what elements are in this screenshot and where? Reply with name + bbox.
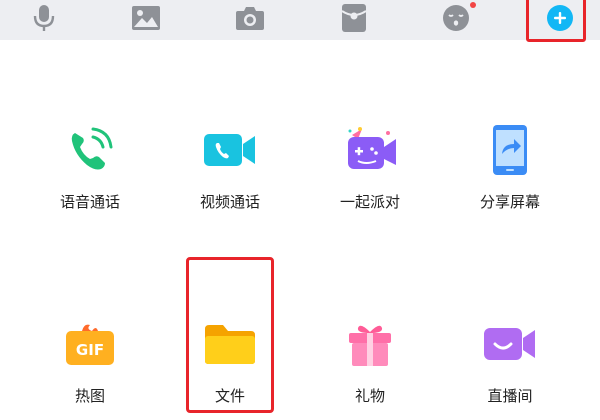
share-screen-label: 分享屏幕 bbox=[479, 193, 540, 211]
image-icon[interactable] bbox=[126, 0, 166, 36]
plus-highlight-box bbox=[526, 0, 586, 42]
live-room-item[interactable]: 直播间 bbox=[455, 316, 565, 406]
mic-icon[interactable] bbox=[24, 0, 64, 36]
video-call-label: 视频通话 bbox=[199, 193, 260, 211]
party-icon bbox=[342, 122, 398, 178]
gift-icon bbox=[342, 316, 398, 372]
file-highlight-box bbox=[186, 257, 274, 413]
live-room-icon bbox=[482, 316, 538, 372]
party-item[interactable]: 一起派对 bbox=[315, 122, 425, 212]
camera-icon[interactable] bbox=[230, 0, 270, 36]
gif-label: 热图 bbox=[74, 387, 105, 405]
video-call-item[interactable]: 视频通话 bbox=[175, 122, 285, 212]
voice-call-label: 语音通话 bbox=[59, 193, 120, 211]
gift-item[interactable]: 礼物 bbox=[315, 316, 425, 406]
share-screen-item[interactable]: 分享屏幕 bbox=[455, 122, 565, 212]
gif-item[interactable]: GIF 热图 bbox=[35, 316, 145, 406]
red-packet-icon[interactable] bbox=[334, 0, 374, 36]
notification-dot bbox=[470, 2, 476, 8]
live-room-label: 直播间 bbox=[487, 387, 533, 405]
share-screen-icon bbox=[482, 122, 538, 178]
party-label: 一起派对 bbox=[339, 193, 400, 211]
voice-call-item[interactable]: 语音通话 bbox=[35, 122, 145, 212]
gif-icon: GIF bbox=[62, 316, 118, 372]
video-call-icon bbox=[202, 122, 258, 178]
svg-text:GIF: GIF bbox=[76, 341, 104, 359]
gift-label: 礼物 bbox=[354, 387, 385, 405]
more-panel: 语音通话 视频通话 一起派对 分享屏幕 GIF 热图 文件 礼物 直播间 bbox=[0, 40, 600, 420]
input-toolbar bbox=[0, 0, 600, 42]
voice-call-icon bbox=[62, 122, 118, 178]
